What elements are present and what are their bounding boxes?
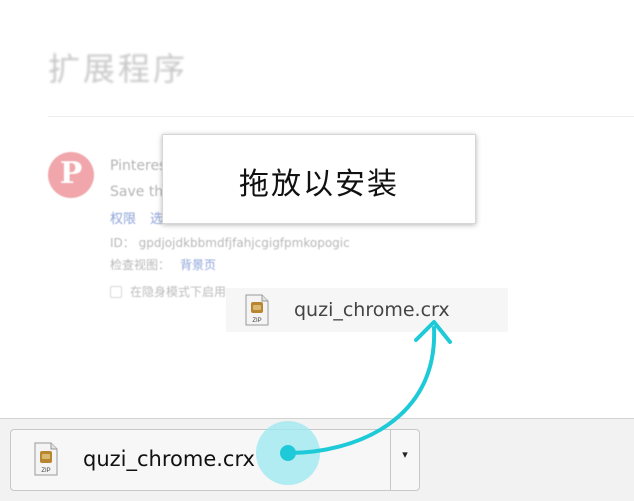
download-shelf: ZIP quzi_chrome.crx ▾	[0, 418, 634, 501]
download-file-name: quzi_chrome.crx	[83, 447, 255, 471]
incognito-label: 在隐身模式下启用	[130, 285, 227, 299]
zip-file-icon: ZIP	[34, 442, 58, 476]
extension-id: ID： gpdjojdkbbmdfjfahjcgigfpmkopogic	[110, 236, 350, 250]
zip-file-icon: ZIP	[245, 294, 269, 326]
zip-label: ZIP	[41, 468, 50, 474]
pinterest-logo-letter: P	[59, 156, 83, 191]
incognito-checkbox[interactable]	[110, 286, 122, 298]
chevron-down-icon: ▾	[402, 448, 408, 461]
pinterest-logo-icon: P	[48, 152, 94, 198]
page-title: 扩展程序	[48, 50, 189, 88]
drop-to-install-text: 拖放以安装	[239, 167, 399, 202]
download-item-button[interactable]: ZIP quzi_chrome.crx	[10, 429, 391, 491]
dragged-file-ghost[interactable]: ZIP quzi_chrome.crx	[226, 288, 508, 332]
zip-label: ZIP	[252, 318, 261, 324]
inspect-views-label: 检查视图：	[110, 258, 171, 272]
drop-to-install-overlay[interactable]: 拖放以安装	[162, 134, 476, 224]
title-divider	[48, 116, 634, 117]
background-page-link[interactable]: 背景页	[180, 256, 216, 273]
dragged-file-name: quzi_chrome.crx	[294, 299, 450, 321]
download-menu-button[interactable]: ▾	[390, 429, 420, 491]
permissions-link[interactable]: 权限	[110, 208, 136, 227]
